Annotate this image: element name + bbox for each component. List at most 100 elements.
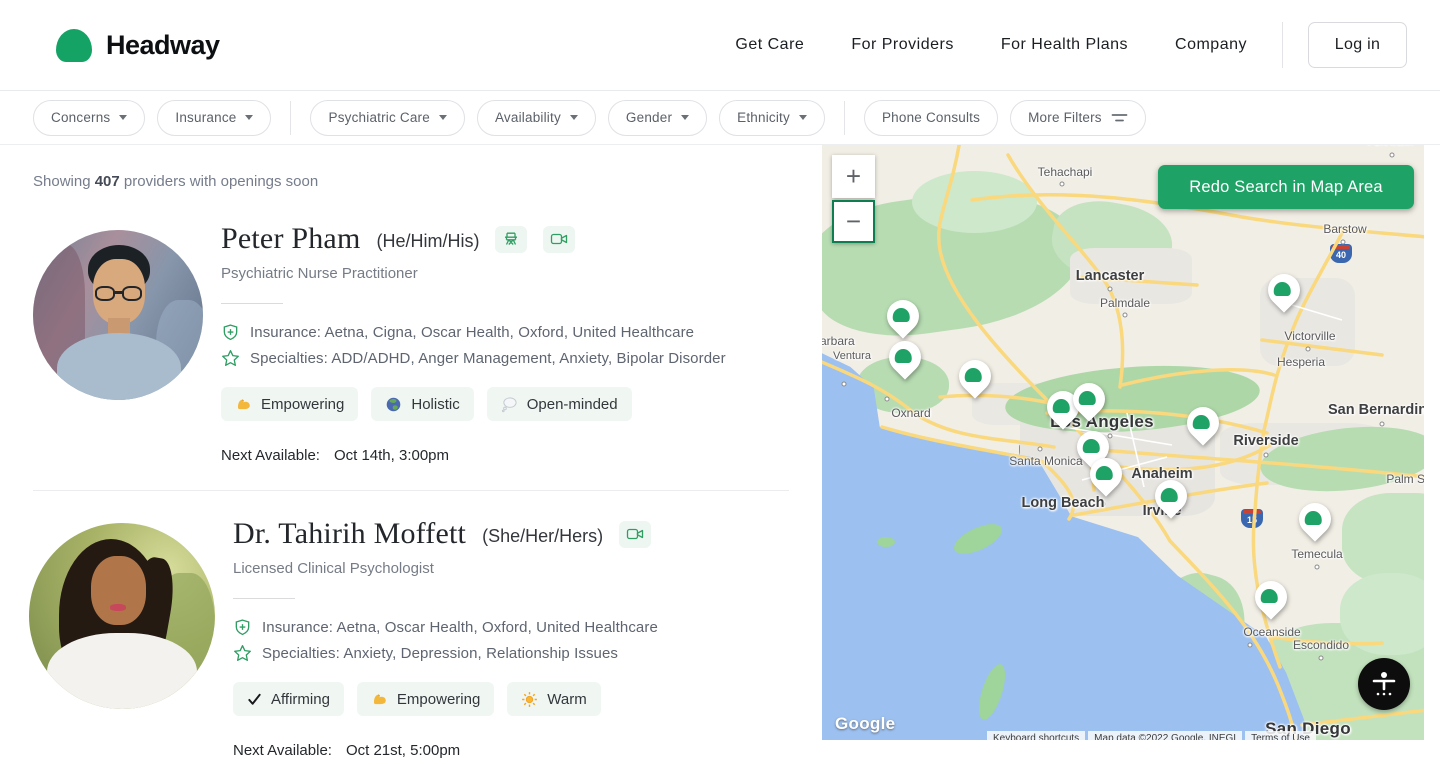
shield-plus-icon <box>221 323 240 342</box>
muscle-icon <box>235 396 252 413</box>
terms-of-use-link[interactable]: Terms of Use <box>1245 731 1316 740</box>
headway-pin-icon <box>1305 511 1322 525</box>
filter-gender[interactable]: Gender <box>608 100 707 136</box>
map-city-dot <box>842 382 847 387</box>
provider-name[interactable]: Dr. Tahirih Moffett <box>233 517 466 551</box>
filter-more-filters[interactable]: More Filters <box>1010 100 1146 136</box>
map-panel[interactable]: TehachapiBarstowLancasterPalmdaleVictorv… <box>822 145 1424 740</box>
map-city-label-palmdale: Palmdale <box>1100 296 1150 310</box>
chevron-down-icon <box>799 115 807 120</box>
filter-bar: Concerns Insurance Psychiatric Care Availab… <box>0 91 1440 145</box>
specialties-text: Specialties: ADD/ADHD, Anger Management,… <box>250 350 726 367</box>
chevron-down-icon <box>570 115 578 120</box>
filter-insurance[interactable]: Insurance <box>157 100 271 136</box>
next-available-value: Oct 14th, 3:00pm <box>334 447 449 464</box>
map-city-dot <box>1380 422 1385 427</box>
map-city-label-oxnard: Oxnard <box>891 406 930 420</box>
map-zoom-out-button[interactable]: − <box>832 200 875 243</box>
login-button[interactable]: Log in <box>1308 22 1407 68</box>
headway-pin-icon <box>1053 399 1070 413</box>
attribution-item: Keyboard shortcuts <box>987 731 1085 740</box>
star-icon <box>221 349 240 368</box>
trait-badge-empowering: Empowering <box>357 682 494 716</box>
map-city-dot <box>1248 643 1253 648</box>
specialties-line: Specialties: Anxiety, Depression, Relati… <box>233 644 658 663</box>
provider-title: Psychiatric Nurse Practitioner <box>221 265 726 282</box>
filter-group-divider <box>290 101 291 135</box>
filter-availability[interactable]: Availability <box>477 100 596 136</box>
provider-photo[interactable] <box>29 523 215 709</box>
results-panel: Showing 407 providers with openings soon… <box>0 145 822 777</box>
specialties-text: Specialties: Anxiety, Depression, Relati… <box>262 645 618 662</box>
provider-title: Licensed Clinical Psychologist <box>233 560 658 577</box>
next-available-value: Oct 21st, 5:00pm <box>346 742 460 759</box>
map-city-label-barstow: Barstow <box>1323 222 1366 236</box>
thought-icon <box>501 396 518 413</box>
headway-logo[interactable]: Headway <box>56 29 220 62</box>
insurance-text: Insurance: Aetna, Oscar Health, Oxford, … <box>262 619 658 636</box>
avatar-art <box>122 286 142 301</box>
next-available: Next Available: Oct 14th, 3:00pm <box>221 447 726 464</box>
map-city-dot <box>1123 313 1128 318</box>
accessibility-button[interactable] <box>1358 658 1410 710</box>
map-city-dot <box>1108 434 1113 439</box>
map-city-dot <box>1315 565 1320 570</box>
google-logo: Google <box>835 714 895 734</box>
map-city-label-palm-springs: Palm Springs <box>1386 472 1424 486</box>
filter-label: Psychiatric Care <box>328 110 429 125</box>
avatar-art <box>47 633 197 709</box>
insurance-text: Insurance: Aetna, Cigna, Oscar Health, O… <box>250 324 694 341</box>
filter-concerns[interactable]: Concerns <box>33 100 145 136</box>
map-city-dot <box>1264 453 1269 458</box>
map-city-dot <box>885 397 890 402</box>
brand-name: Headway <box>106 30 220 61</box>
filter-label: Phone Consults <box>882 110 980 125</box>
chevron-down-icon <box>439 115 447 120</box>
filter-label: More Filters <box>1028 110 1102 125</box>
provider-card[interactable]: Dr. Tahirih Moffett(She/Her/Hers)License… <box>33 517 822 759</box>
shield-plus-icon <box>233 618 252 637</box>
map-city-dot <box>1319 656 1324 661</box>
nav-divider <box>1282 22 1283 68</box>
provider-card[interactable]: Peter Pham(He/Him/His) Psychiatric Nurse … <box>33 222 822 464</box>
nav-item-for-health-plans[interactable]: For Health Plans <box>1001 36 1128 54</box>
headway-pin-icon <box>1079 391 1096 405</box>
map-city-dot <box>1390 153 1395 158</box>
trait-label: Affirming <box>271 691 330 708</box>
redo-search-button[interactable]: Redo Search in Map Area <box>1158 165 1414 209</box>
filter-ethnicity[interactable]: Ethnicity <box>719 100 825 136</box>
map-city-label-ventura: Ventura <box>833 350 871 362</box>
headway-logo-icon <box>56 29 92 62</box>
map-city-label-temecula: Temecula <box>1291 547 1342 561</box>
trait-badges: EmpoweringHolisticOpen-minded <box>221 387 726 421</box>
headway-pin-icon <box>1083 439 1100 453</box>
trait-badge-holistic: Holistic <box>371 387 473 421</box>
map-attribution: Keyboard shortcutsMap data ©2022 Google,… <box>987 731 1316 740</box>
filter-phone-consults[interactable]: Phone Consults <box>864 100 998 136</box>
avatar-art <box>110 604 126 611</box>
nav-item-for-providers[interactable]: For Providers <box>851 36 954 54</box>
filter-label: Availability <box>495 110 561 125</box>
filter-psychiatric-care[interactable]: Psychiatric Care <box>310 100 464 136</box>
trait-label: Empowering <box>261 396 344 413</box>
muscle-icon <box>371 691 388 708</box>
results-count-number: 407 <box>95 173 120 190</box>
nav-item-get-care[interactable]: Get Care <box>735 36 804 54</box>
map-zoom-in-button[interactable]: + <box>832 155 875 198</box>
avatar-art <box>95 286 115 301</box>
headway-pin-icon <box>1096 466 1113 480</box>
map-city-label-tehachapi: Tehachapi <box>1038 165 1093 179</box>
provider-name-row: Peter Pham(He/Him/His) <box>221 222 726 256</box>
globe-icon <box>385 396 402 413</box>
trait-label: Empowering <box>397 691 480 708</box>
headway-pin-icon <box>1161 488 1178 502</box>
trait-label: Holistic <box>411 396 459 413</box>
provider-name[interactable]: Peter Pham <box>221 222 360 256</box>
next-available-label: Next Available: <box>221 447 320 464</box>
map-city-label-escondido: Escondido <box>1293 638 1349 652</box>
nav-item-company[interactable]: Company <box>1175 36 1247 54</box>
check-icon <box>247 692 262 707</box>
provider-photo[interactable] <box>33 230 203 400</box>
provider-card-body: Peter Pham(He/Him/His) Psychiatric Nurse … <box>221 222 726 464</box>
map-city-label-san-bernardino: San Bernardino <box>1328 402 1424 418</box>
